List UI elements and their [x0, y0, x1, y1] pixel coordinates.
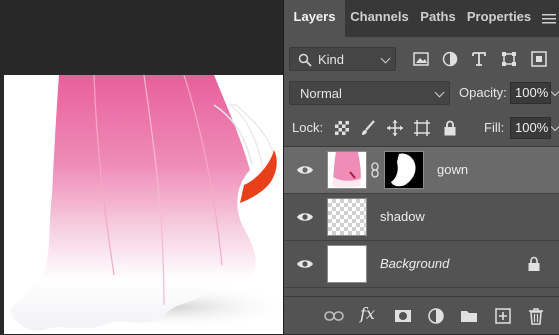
shape-filter-icon[interactable] [500, 50, 518, 68]
image-filter-icon[interactable] [412, 50, 430, 68]
lock-icon [527, 256, 541, 277]
layers-list: gown shadow Background [284, 146, 559, 295]
fill-input[interactable]: 100% [510, 117, 551, 139]
document-canvas[interactable] [4, 75, 283, 334]
delete-layer-icon[interactable] [527, 307, 545, 325]
lock-artboard-icon[interactable] [413, 119, 431, 137]
chevron-down-icon [434, 87, 445, 98]
layer-mask-thumbnail[interactable] [384, 151, 424, 189]
lock-transparent-pixels-icon[interactable] [333, 119, 351, 137]
layer-thumbnail[interactable] [327, 198, 367, 236]
adjustment-filter-icon[interactable] [441, 50, 459, 68]
blend-mode-label: Normal [300, 86, 342, 101]
layer-filter-row: Kind [284, 45, 559, 73]
layers-footer: fx [284, 296, 559, 335]
layers-panel: Layers Channels Paths Properties Kind No… [283, 0, 559, 334]
lock-label: Lock: [292, 120, 324, 135]
type-filter-icon[interactable] [470, 50, 488, 68]
link-layers-icon[interactable] [324, 307, 344, 325]
smart-object-filter-icon[interactable] [530, 50, 548, 68]
new-layer-icon[interactable] [494, 307, 512, 325]
lock-row: Lock: Fill: 100% [284, 115, 559, 141]
tab-layers[interactable]: Layers [284, 0, 345, 37]
panel-tabs: Layers Channels Paths Properties [284, 0, 559, 37]
adjustment-layer-icon[interactable] [427, 307, 445, 325]
canvas-area[interactable] [0, 0, 283, 334]
layer-row-gown[interactable]: gown [284, 147, 559, 194]
search-icon [298, 53, 312, 70]
eye-icon[interactable] [296, 210, 314, 224]
layer-thumbnail[interactable] [327, 151, 367, 189]
fx-icon[interactable]: fx [360, 304, 382, 323]
lock-image-pixels-icon[interactable] [359, 119, 377, 137]
filter-kind-select[interactable]: Kind [289, 47, 396, 71]
eye-icon[interactable] [296, 163, 314, 177]
fill-chevron-icon[interactable] [550, 122, 559, 132]
mask-link-icon[interactable] [370, 162, 380, 183]
layer-name-gown[interactable]: gown [437, 162, 468, 177]
tab-channels[interactable]: Channels [345, 0, 414, 37]
gown-image [10, 75, 283, 331]
chevron-down-icon [380, 53, 391, 64]
fill-label: Fill: [484, 120, 505, 135]
blend-mode-select[interactable]: Normal [289, 81, 450, 105]
lock-position-icon[interactable] [386, 119, 404, 137]
layer-row-background[interactable]: Background [284, 241, 559, 288]
layer-name-shadow[interactable]: shadow [380, 209, 425, 224]
opacity-label: Opacity: [459, 85, 507, 100]
new-group-icon[interactable] [460, 307, 478, 325]
tab-paths[interactable]: Paths [414, 0, 462, 37]
opacity-chevron-icon[interactable] [550, 87, 559, 97]
lock-all-icon[interactable] [441, 119, 459, 137]
layer-row-shadow[interactable]: shadow [284, 194, 559, 241]
opacity-input[interactable]: 100% [510, 82, 551, 104]
layer-thumbnail[interactable] [327, 245, 367, 283]
eye-icon[interactable] [296, 257, 314, 271]
tab-properties[interactable]: Properties [462, 0, 536, 37]
blend-row: Normal Opacity: 100% [284, 80, 559, 106]
add-mask-icon[interactable] [394, 307, 412, 325]
layer-name-background[interactable]: Background [380, 256, 449, 271]
panel-menu-icon[interactable] [542, 12, 556, 24]
filter-kind-label: Kind [318, 52, 345, 67]
